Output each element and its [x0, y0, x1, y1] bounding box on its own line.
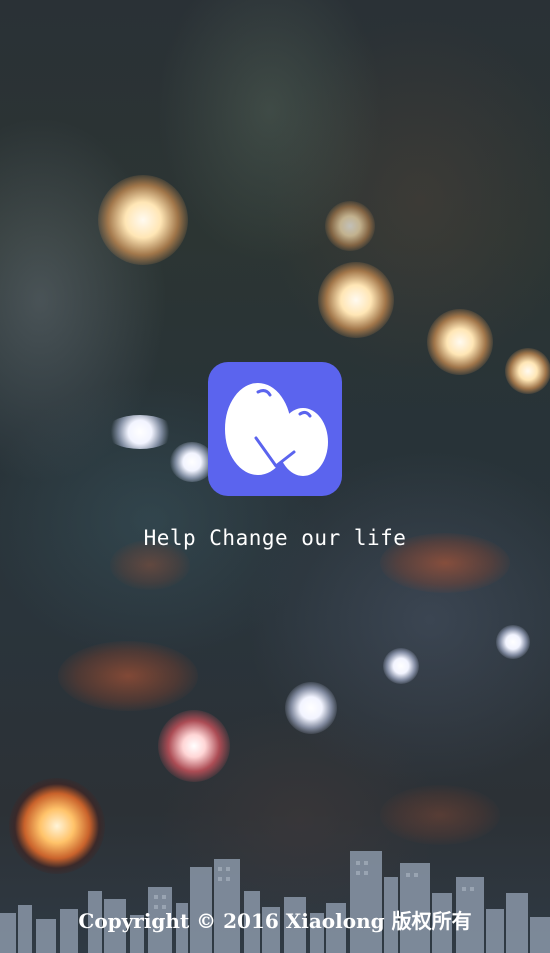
- bokeh-light: [105, 415, 175, 449]
- tagline: Help Change our life: [143, 526, 407, 550]
- bokeh-light: [58, 641, 198, 711]
- twin-eggs-logo-icon: [225, 383, 328, 476]
- bokeh-light: [98, 175, 188, 265]
- bokeh-light: [383, 648, 419, 684]
- app-logo: [208, 362, 342, 496]
- bokeh-light: [505, 348, 550, 394]
- bokeh-light: [325, 201, 375, 251]
- city-skyline-illustration: [0, 851, 550, 953]
- bokeh-light: [496, 625, 530, 659]
- bokeh-light: [285, 682, 337, 734]
- bokeh-light: [158, 710, 230, 782]
- copyright-text: Copyright © 2016 Xiaolong 版权所有: [78, 909, 472, 933]
- splash-screen: Help Change our life Copyright © 2016 Xi…: [0, 0, 550, 953]
- bokeh-light: [427, 309, 493, 375]
- bokeh-light: [318, 262, 394, 338]
